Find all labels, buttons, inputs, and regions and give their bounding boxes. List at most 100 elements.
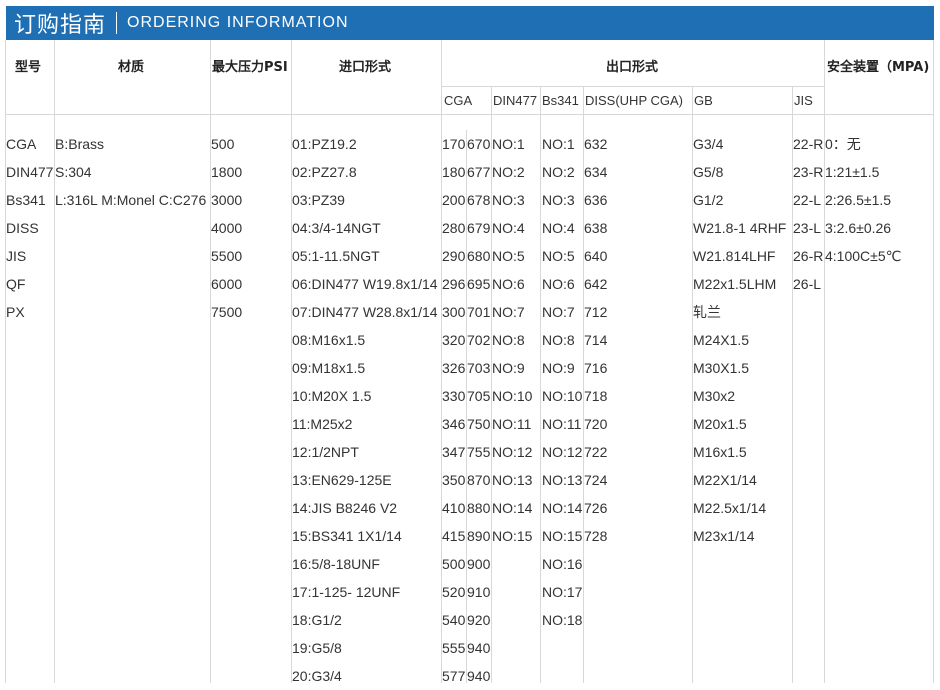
table-cell: NO:6 xyxy=(492,276,525,292)
header-divider xyxy=(116,12,118,34)
header-model: 型号 xyxy=(15,60,42,75)
table-cell: NO:17 xyxy=(542,584,583,600)
table-cell: 330 xyxy=(442,388,466,404)
table-cell: NO:7 xyxy=(542,304,575,320)
table-cell: M16x1.5 xyxy=(693,444,747,460)
table-cell: 716 xyxy=(584,360,608,376)
table-cell: 634 xyxy=(584,164,608,180)
table-cell: DIN477 xyxy=(6,164,54,180)
table-cell: 640 xyxy=(584,248,608,264)
table-cell: M22X1/14 xyxy=(693,472,757,488)
table-cell: 520 xyxy=(442,584,466,600)
table-cell: 670 xyxy=(467,136,491,152)
table-cell: 08:M16x1.5 xyxy=(292,332,366,348)
table-cell: G3/4 xyxy=(693,136,724,152)
table-cell: 16:5/8-18UNF xyxy=(292,556,380,572)
table-cell: PX xyxy=(6,304,25,320)
table-cell: 755 xyxy=(467,444,491,460)
table-cell: M23x1/14 xyxy=(693,528,755,544)
subheader-jis: JIS xyxy=(794,93,813,108)
table-cell: NO:14 xyxy=(542,500,583,516)
table-cell: 636 xyxy=(584,192,608,208)
table-cell: 17:1-125- 12UNF xyxy=(292,584,401,600)
table-cell: 346 xyxy=(442,416,466,432)
table-cell: L:316L M:Monel C:C276 xyxy=(55,192,207,208)
subheader-cga: CGA xyxy=(444,93,473,108)
table-cell: 718 xyxy=(584,388,608,404)
table-cell: NO:10 xyxy=(542,388,583,404)
table-cell: 720 xyxy=(584,416,608,432)
table-cell: 19:G5/8 xyxy=(292,640,342,656)
table-cell: W21.8-1 4RHF xyxy=(693,220,787,236)
table-cell: 22-L xyxy=(793,192,822,208)
header-material: 材质 xyxy=(118,60,145,75)
header-safety: 安全装置（MPA) xyxy=(827,60,930,75)
subheader-bs341: Bs341 xyxy=(542,93,579,108)
table-cell: 1:21±1.5 xyxy=(825,164,880,180)
table-cell: 677 xyxy=(467,164,491,180)
table-cell: 500 xyxy=(211,136,235,152)
table-cell: 722 xyxy=(584,444,608,460)
table-cell: NO:4 xyxy=(542,220,575,236)
table-cell: NO:2 xyxy=(542,164,575,180)
table-cell: 26-L xyxy=(793,276,822,292)
table-cell: 320 xyxy=(442,332,466,348)
table-cell: NO:3 xyxy=(492,192,525,208)
table-cell: 2:26.5±1.5 xyxy=(825,192,892,208)
table-cell: 170 xyxy=(442,136,466,152)
table-cell: JIS xyxy=(6,248,27,264)
table-cell: B:Brass xyxy=(55,136,105,152)
table-cell: NO:1 xyxy=(542,136,575,152)
table-cell: 500 xyxy=(442,556,466,572)
table-cell: NO:5 xyxy=(542,248,575,264)
column-cga-a: 170 180 200 280 290 296 300 320 326 330 346 347 350 4… xyxy=(442,130,466,690)
table-cell: 6000 xyxy=(211,276,243,292)
table-cell: 350 xyxy=(442,472,466,488)
header-title: 订购指南 xyxy=(14,13,107,38)
table-cell: 880 xyxy=(467,500,491,516)
table-cell: 415 xyxy=(442,528,466,544)
table-cell: 轧兰 xyxy=(693,304,721,320)
header-max-pressure: 最大压力PSI xyxy=(212,60,288,75)
table-cell: 714 xyxy=(584,332,608,348)
table-cell: 05:1-11.5NGT xyxy=(292,248,380,264)
table-cell: 642 xyxy=(584,276,608,292)
table-cell: 638 xyxy=(584,220,608,236)
table-cell: 3000 xyxy=(211,192,243,208)
table-cell: 300 xyxy=(442,304,466,320)
table-cell: 900 xyxy=(467,556,491,572)
table-cell: 703 xyxy=(467,360,491,376)
table-cell: 20:G3/4 xyxy=(292,668,342,684)
table-cell: 577 xyxy=(442,668,466,684)
table-cell: 705 xyxy=(467,388,491,404)
table-cell: 910 xyxy=(467,584,491,600)
table-cell: NO:12 xyxy=(542,444,583,460)
table-cell: 200 xyxy=(442,192,466,208)
table-cell: M24X1.5 xyxy=(693,332,750,348)
table-cell: 7500 xyxy=(211,304,243,320)
table-cell: 180 xyxy=(442,164,466,180)
table-cell: NO:11 xyxy=(542,416,582,432)
table-cell: NO:10 xyxy=(492,388,533,404)
table-cell: NO:15 xyxy=(492,528,533,544)
column-material: B:Brass S:304 L:316L M:Monel C:C276 xyxy=(55,130,210,214)
column-model: CGA DIN477 Bs341 DISS JIS QF PX xyxy=(6,130,54,326)
table-cell: 701 xyxy=(467,304,491,320)
table-cell: NO:5 xyxy=(492,248,525,264)
table-cell: NO:15 xyxy=(542,528,583,544)
table-cell: 728 xyxy=(584,528,608,544)
column-inlet: 01:PZ19.2 02:PZ27.8 03:PZ39 04:3/4-14NGT 05:… xyxy=(292,130,441,690)
table-cell: NO:13 xyxy=(492,472,533,488)
table-cell: 06:DIN477 W19.8x1/14 xyxy=(292,276,438,292)
table-cell: 1800 xyxy=(211,164,243,180)
table-cell: 26-R xyxy=(793,248,824,264)
table-cell: 03:PZ39 xyxy=(292,192,345,208)
table-cell: 695 xyxy=(467,276,491,292)
table-cell: 04:3/4-14NGT xyxy=(292,220,381,236)
table-cell: NO:3 xyxy=(542,192,575,208)
table-cell: NO:16 xyxy=(542,556,583,572)
table-cell: G5/8 xyxy=(693,164,724,180)
table-cell: 724 xyxy=(584,472,608,488)
table-cell: NO:8 xyxy=(542,332,575,348)
grid-line xyxy=(5,114,934,115)
